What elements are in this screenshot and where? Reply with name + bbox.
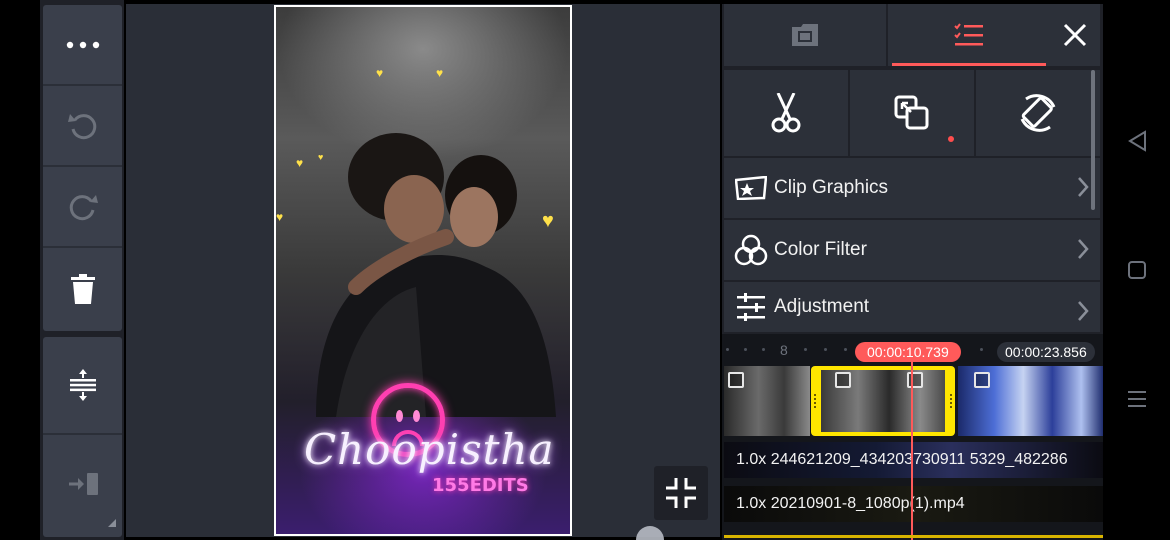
expand-vertical-icon <box>69 369 96 401</box>
video-preview[interactable]: ♥ ♥ ♥ ♥ ♥ ♥ Choopistha 155EDITS <box>274 5 572 536</box>
home-square-icon <box>1128 261 1146 279</box>
video-track <box>724 366 1103 436</box>
image-clip-icon <box>835 372 851 388</box>
image-clip-icon <box>974 372 990 388</box>
chevron-right-icon <box>1078 301 1089 321</box>
video-clip[interactable] <box>958 366 1103 436</box>
overlay-script-text: Choopistha <box>304 425 555 474</box>
scissors-icon <box>771 93 801 133</box>
menu-item-clip-graphics[interactable]: Clip Graphics <box>724 158 1100 218</box>
scrub-handle[interactable] <box>636 526 664 540</box>
recents-lines-icon <box>1128 391 1146 407</box>
system-nav-bar <box>1104 0 1170 540</box>
menu-item-label: Clip Graphics <box>774 177 889 198</box>
sliders-icon <box>734 290 768 324</box>
left-toolbar-top-group <box>43 5 122 331</box>
preview-area: ♥ ♥ ♥ ♥ ♥ ♥ Choopistha 155EDITS <box>126 4 720 540</box>
overlay-edits-text: 155EDITS <box>432 475 529 496</box>
more-horizontal-icon <box>66 41 99 48</box>
redo-button[interactable] <box>43 167 122 248</box>
crop-icon <box>894 95 929 130</box>
playhead[interactable] <box>911 362 913 540</box>
close-icon <box>1064 23 1087 47</box>
split-tool-button[interactable] <box>724 70 848 156</box>
current-time-badge: 00:00:10.739 <box>855 342 961 362</box>
track-height-button[interactable] <box>43 337 122 435</box>
timeline: 8 00:00:10.739 00:00:23.856 1.0x 2446212… <box>722 334 1103 540</box>
delete-button[interactable] <box>43 248 122 329</box>
menu-item-adjustment[interactable]: Adjustment <box>724 282 1100 332</box>
crop-tool-button[interactable] <box>850 70 974 156</box>
nav-recents-button[interactable] <box>1124 386 1150 412</box>
collapse-icon <box>666 478 696 508</box>
heart-sticker: ♥ <box>436 66 444 80</box>
heart-sticker: ♥ <box>276 210 284 224</box>
layer-label: 1.0x 20210901-8_1080p(1).mp4 <box>736 495 965 512</box>
left-toolbar-bottom-group <box>43 337 122 537</box>
back-triangle-icon <box>1128 130 1146 152</box>
undo-button[interactable] <box>43 86 122 167</box>
checklist-icon <box>954 23 984 46</box>
close-panel-button[interactable] <box>1050 4 1100 66</box>
layer-track[interactable]: 1.0x 20210901-8_1080p(1).mp4 <box>724 486 1103 522</box>
video-clip[interactable] <box>724 366 810 436</box>
collapse-preview-button[interactable] <box>654 466 708 520</box>
corner-indicator <box>108 519 116 527</box>
tab-media[interactable] <box>724 4 886 66</box>
quick-tools <box>724 70 1100 156</box>
heart-sticker: ♥ <box>376 66 384 80</box>
track-indicator-line <box>724 535 1103 538</box>
layer-label: 1.0x 244621209_434203730911 5329_482286 <box>736 451 1068 468</box>
chevron-right-icon <box>1078 239 1089 259</box>
rotate-icon <box>1020 94 1056 132</box>
ruler-mark: 8 <box>780 342 788 358</box>
redo-icon <box>69 194 98 220</box>
film-icon <box>792 24 819 46</box>
menu-item-label: Adjustment <box>774 296 870 317</box>
menu-item-label: Color Filter <box>774 239 867 260</box>
image-clip-icon <box>728 372 744 388</box>
indicator-dot <box>948 136 954 142</box>
nav-back-button[interactable] <box>1124 128 1150 154</box>
clip-graphics-icon <box>734 171 768 205</box>
kinemaster-editor: ♥ ♥ ♥ ♥ ♥ ♥ Choopistha 155EDITS Clip Gra… <box>0 0 1170 540</box>
trash-icon <box>70 273 95 304</box>
chevron-right-icon <box>1078 177 1089 197</box>
left-toolbar <box>40 0 124 540</box>
menu-item-color-filter[interactable]: Color Filter <box>724 220 1100 280</box>
export-button[interactable] <box>43 435 122 533</box>
video-clip-selected[interactable] <box>811 366 955 436</box>
total-time-badge: 00:00:23.856 <box>997 342 1095 362</box>
panel-scrollbar[interactable] <box>1091 70 1095 210</box>
import-arrow-icon <box>68 473 98 495</box>
tab-edit[interactable] <box>888 4 1050 66</box>
rotate-tool-button[interactable] <box>976 70 1100 156</box>
couple-photo <box>316 133 556 417</box>
panel-tabs <box>724 4 1100 66</box>
layer-track[interactable]: 1.0x 244621209_434203730911 5329_482286 <box>724 442 1103 478</box>
undo-icon <box>67 113 96 139</box>
nav-home-button[interactable] <box>1124 257 1150 283</box>
image-clip-icon <box>907 372 923 388</box>
more-options-button[interactable] <box>43 5 122 86</box>
color-filter-icon <box>734 233 768 267</box>
